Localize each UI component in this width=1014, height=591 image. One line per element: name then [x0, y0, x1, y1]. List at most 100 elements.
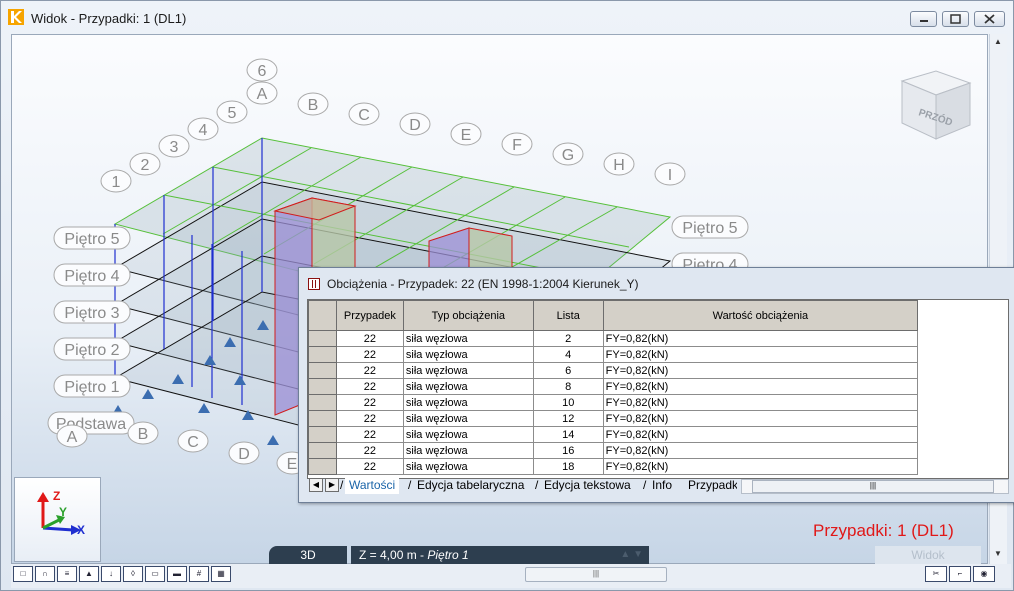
svg-text:5: 5: [228, 105, 237, 122]
minimize-button[interactable]: [910, 11, 937, 27]
view-3d-button[interactable]: 3D: [269, 546, 347, 564]
loads-grid[interactable]: Przypadek Typ obciążenia Lista Wartość o…: [308, 300, 1008, 475]
row-selector[interactable]: [308, 378, 337, 395]
close-button[interactable]: [974, 11, 1005, 27]
cell-case[interactable]: 22: [335, 426, 404, 443]
view-cube[interactable]: PRZÓD: [890, 53, 978, 143]
horizontal-scroll-thumb[interactable]: |||: [525, 567, 667, 582]
cell-list[interactable]: 2: [532, 330, 604, 347]
empty-cell: [918, 443, 1008, 459]
cell-type[interactable]: siła węzłowa: [402, 346, 534, 363]
row-selector[interactable]: [308, 330, 337, 347]
title-bar[interactable]: Widok - Przypadki: 1 (DL1): [1, 1, 1013, 34]
cell-case[interactable]: 22: [335, 346, 404, 363]
tab-edycja-tabelaryczna[interactable]: Edycja tabelaryczna: [408, 477, 528, 493]
cell-value[interactable]: FY=0,82(kN): [602, 410, 919, 427]
cell-list[interactable]: 4: [532, 346, 604, 363]
loads-table[interactable]: Przypadek Typ obciążenia Lista Wartość o…: [307, 299, 1009, 479]
table-row[interactable]: 22 siła węzłowa 12 FY=0,82(kN): [308, 410, 1008, 427]
dialog-scroll-thumb[interactable]: |||: [752, 480, 994, 493]
row-selector[interactable]: [308, 346, 337, 363]
column-header-lista[interactable]: Lista: [532, 300, 604, 331]
scroll-down-icon[interactable]: ▼: [994, 549, 1002, 558]
cell-type[interactable]: siła węzłowa: [402, 362, 534, 379]
row-selector[interactable]: [308, 410, 337, 427]
cell-type[interactable]: siła węzłowa: [402, 330, 534, 347]
table-row[interactable]: 22 siła węzłowa 6 FY=0,82(kN): [308, 362, 1008, 379]
cell-value[interactable]: FY=0,82(kN): [602, 426, 919, 443]
column-header-typ[interactable]: Typ obciążenia: [402, 300, 534, 331]
cell-type[interactable]: siła węzłowa: [402, 458, 534, 475]
table-row[interactable]: 22 siła węzłowa 8 FY=0,82(kN): [308, 378, 1008, 395]
maximize-button[interactable]: [942, 11, 969, 27]
cell-list[interactable]: 12: [532, 410, 604, 427]
toolbar-nodes-icon[interactable]: □: [13, 566, 33, 582]
tab-przypadki[interactable]: Przypadki: [684, 477, 737, 493]
row-selector[interactable]: [308, 458, 337, 475]
toolbar-loads-icon[interactable]: ↓: [101, 566, 121, 582]
tab-wartosci[interactable]: Wartości: [340, 477, 400, 494]
loads-dialog[interactable]: Obciążenia - Przypadek: 22 (EN 1998-1:20…: [298, 267, 1014, 503]
cell-list[interactable]: 18: [532, 458, 604, 475]
tab-prev-icon[interactable]: ◀: [309, 478, 323, 492]
cell-list[interactable]: 10: [532, 394, 604, 411]
cell-value[interactable]: FY=0,82(kN): [602, 362, 919, 379]
toolbar-display-icon[interactable]: ▦: [211, 566, 231, 582]
table-row[interactable]: 22 siła węzłowa 16 FY=0,82(kN): [308, 442, 1008, 459]
cell-list[interactable]: 6: [532, 362, 604, 379]
toolbar-panels-icon[interactable]: ▭: [145, 566, 165, 582]
cell-value[interactable]: FY=0,82(kN): [602, 378, 919, 395]
table-row[interactable]: 22 siła węzłowa 14 FY=0,82(kN): [308, 426, 1008, 443]
toolbar-releases-icon[interactable]: ◊: [123, 566, 143, 582]
column-header-wartosc[interactable]: Wartość obciążenia: [602, 300, 919, 331]
cell-case[interactable]: 22: [335, 394, 404, 411]
story-level-selector[interactable]: Z = 4,00 m - Piętro 1 ▲ ▼: [351, 546, 649, 564]
scroll-up-icon[interactable]: ▲: [994, 37, 1002, 46]
cell-type[interactable]: siła węzłowa: [402, 410, 534, 427]
cell-type[interactable]: siła węzłowa: [402, 442, 534, 459]
row-selector[interactable]: [308, 426, 337, 443]
cell-case[interactable]: 22: [335, 410, 404, 427]
toolbar-sections-icon[interactable]: ≡: [57, 566, 77, 582]
cell-value[interactable]: FY=0,82(kN): [602, 458, 919, 475]
cell-value[interactable]: FY=0,82(kN): [602, 330, 919, 347]
tab-next-icon[interactable]: ▶: [325, 478, 339, 492]
toolbar-cut-icon[interactable]: ✂: [925, 566, 947, 582]
toolbar-bars-icon[interactable]: ∩: [35, 566, 55, 582]
cell-value[interactable]: FY=0,82(kN): [602, 394, 919, 411]
toolbar-link-icon[interactable]: ⌐: [949, 566, 971, 582]
cell-case[interactable]: 22: [335, 378, 404, 395]
tab-edycja-tekstowa[interactable]: Edycja tekstowa: [535, 477, 635, 493]
cell-type[interactable]: siła węzłowa: [402, 426, 534, 443]
table-row[interactable]: 22 siła węzłowa 18 FY=0,82(kN): [308, 458, 1008, 475]
toolbar-offsets-icon[interactable]: ▬: [167, 566, 187, 582]
cell-case[interactable]: 22: [335, 442, 404, 459]
svg-text:B: B: [138, 426, 149, 443]
cell-type[interactable]: siła węzłowa: [402, 378, 534, 395]
cell-value[interactable]: FY=0,82(kN): [602, 442, 919, 459]
row-selector[interactable]: [308, 362, 337, 379]
cell-list[interactable]: 8: [532, 378, 604, 395]
view-tab[interactable]: Widok: [875, 546, 981, 564]
row-header-corner[interactable]: [308, 300, 337, 331]
cell-type[interactable]: siła węzłowa: [402, 394, 534, 411]
dialog-horizontal-scrollbar[interactable]: |||: [741, 479, 1009, 494]
cell-list[interactable]: 16: [532, 442, 604, 459]
tab-info[interactable]: Info: [643, 477, 676, 493]
horizontal-scrollbar[interactable]: |||: [245, 567, 905, 582]
cell-list[interactable]: 14: [532, 426, 604, 443]
toolbar-supports-icon[interactable]: ▲: [79, 566, 99, 582]
toolbar-numbering-icon[interactable]: #: [189, 566, 209, 582]
level-arrows-icon[interactable]: ▲ ▼: [620, 546, 643, 564]
toolbar-eye-icon[interactable]: ◉: [973, 566, 995, 582]
column-header-przypadek[interactable]: Przypadek: [335, 300, 404, 331]
cell-case[interactable]: 22: [335, 330, 404, 347]
row-selector[interactable]: [308, 442, 337, 459]
cell-value[interactable]: FY=0,82(kN): [602, 346, 919, 363]
table-row[interactable]: 22 siła węzłowa 4 FY=0,82(kN): [308, 346, 1008, 363]
table-row[interactable]: 22 siła węzłowa 10 FY=0,82(kN): [308, 394, 1008, 411]
table-row[interactable]: 22 siła węzłowa 2 FY=0,82(kN): [308, 330, 1008, 347]
cell-case[interactable]: 22: [335, 362, 404, 379]
row-selector[interactable]: [308, 394, 337, 411]
cell-case[interactable]: 22: [335, 458, 404, 475]
